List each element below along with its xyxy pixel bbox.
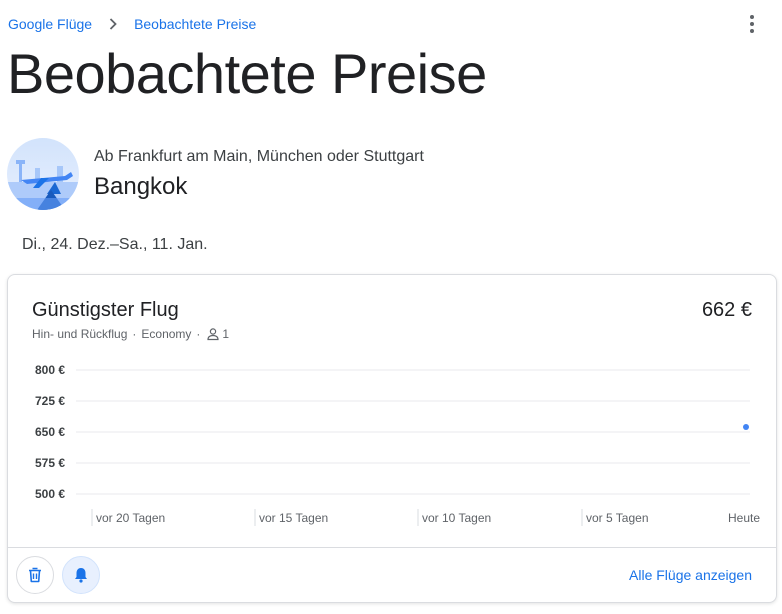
person-icon: [206, 327, 220, 341]
show-all-flights-link[interactable]: Alle Flüge anzeigen: [629, 567, 752, 583]
chevron-right-icon: [106, 17, 120, 31]
breadcrumb-google-flights-link[interactable]: Google Flüge: [8, 16, 92, 32]
flight-meta: Hin- und Rückflug · Economy · 1: [32, 327, 229, 341]
y-tick-label: 650 €: [35, 425, 65, 439]
bell-icon: [75, 568, 87, 583]
trip-type: Hin- und Rückflug: [32, 327, 128, 341]
page-title: Beobachtete Preise: [7, 42, 487, 105]
travel-dates: Di., 24. Dez.–Sa., 11. Jan.: [22, 236, 208, 253]
breadcrumb-tracked-prices-link[interactable]: Beobachtete Preise: [134, 16, 256, 32]
price-tracking-card: Günstigster Flug 662 € Hin- und Rückflug…: [7, 274, 777, 603]
passenger-count: 1: [222, 327, 230, 341]
price-history-svg: 800 € 725 € 650 € 575 € 500 € vor 20 Tagen vor…: [35, 363, 760, 526]
price-alert-toggle-button[interactable]: [62, 556, 100, 594]
destination-origin: Ab Frankfurt am Main, München oder Stutt…: [94, 148, 424, 165]
x-tick-label: vor 20 Tagen: [96, 511, 165, 525]
price-history-chart: 800 € 725 € 650 € 575 € 500 € vor 20 Tagen vor…: [8, 355, 778, 535]
meta-separator: ·: [132, 327, 137, 341]
trash-icon: [29, 567, 41, 583]
card-title: Günstigster Flug: [32, 299, 179, 321]
destination-illustration: [7, 138, 79, 210]
price-point: [743, 424, 749, 431]
destination-city: Bangkok: [94, 173, 188, 200]
y-tick-label: 725 €: [35, 394, 65, 408]
more-vert-icon[interactable]: [738, 10, 766, 38]
destination-header: Ab Frankfurt am Main, München oder Stutt…: [7, 138, 424, 210]
card-divider: [8, 547, 776, 548]
y-tick-label: 575 €: [35, 456, 65, 470]
x-tick-label: vor 5 Tagen: [586, 511, 649, 525]
cabin-class: Economy: [141, 327, 192, 341]
card-price: 662 €: [701, 299, 752, 321]
x-tick-label: vor 10 Tagen: [422, 511, 491, 525]
y-tick-label: 500 €: [35, 487, 65, 501]
breadcrumb: Google Flüge Beobachtete Preise: [8, 14, 256, 34]
x-tick-label: vor 15 Tagen: [259, 511, 328, 525]
delete-button[interactable]: [16, 556, 54, 594]
meta-separator: ·: [196, 327, 201, 341]
x-tick-label: Heute: [728, 511, 760, 525]
y-tick-label: 800 €: [35, 363, 65, 377]
